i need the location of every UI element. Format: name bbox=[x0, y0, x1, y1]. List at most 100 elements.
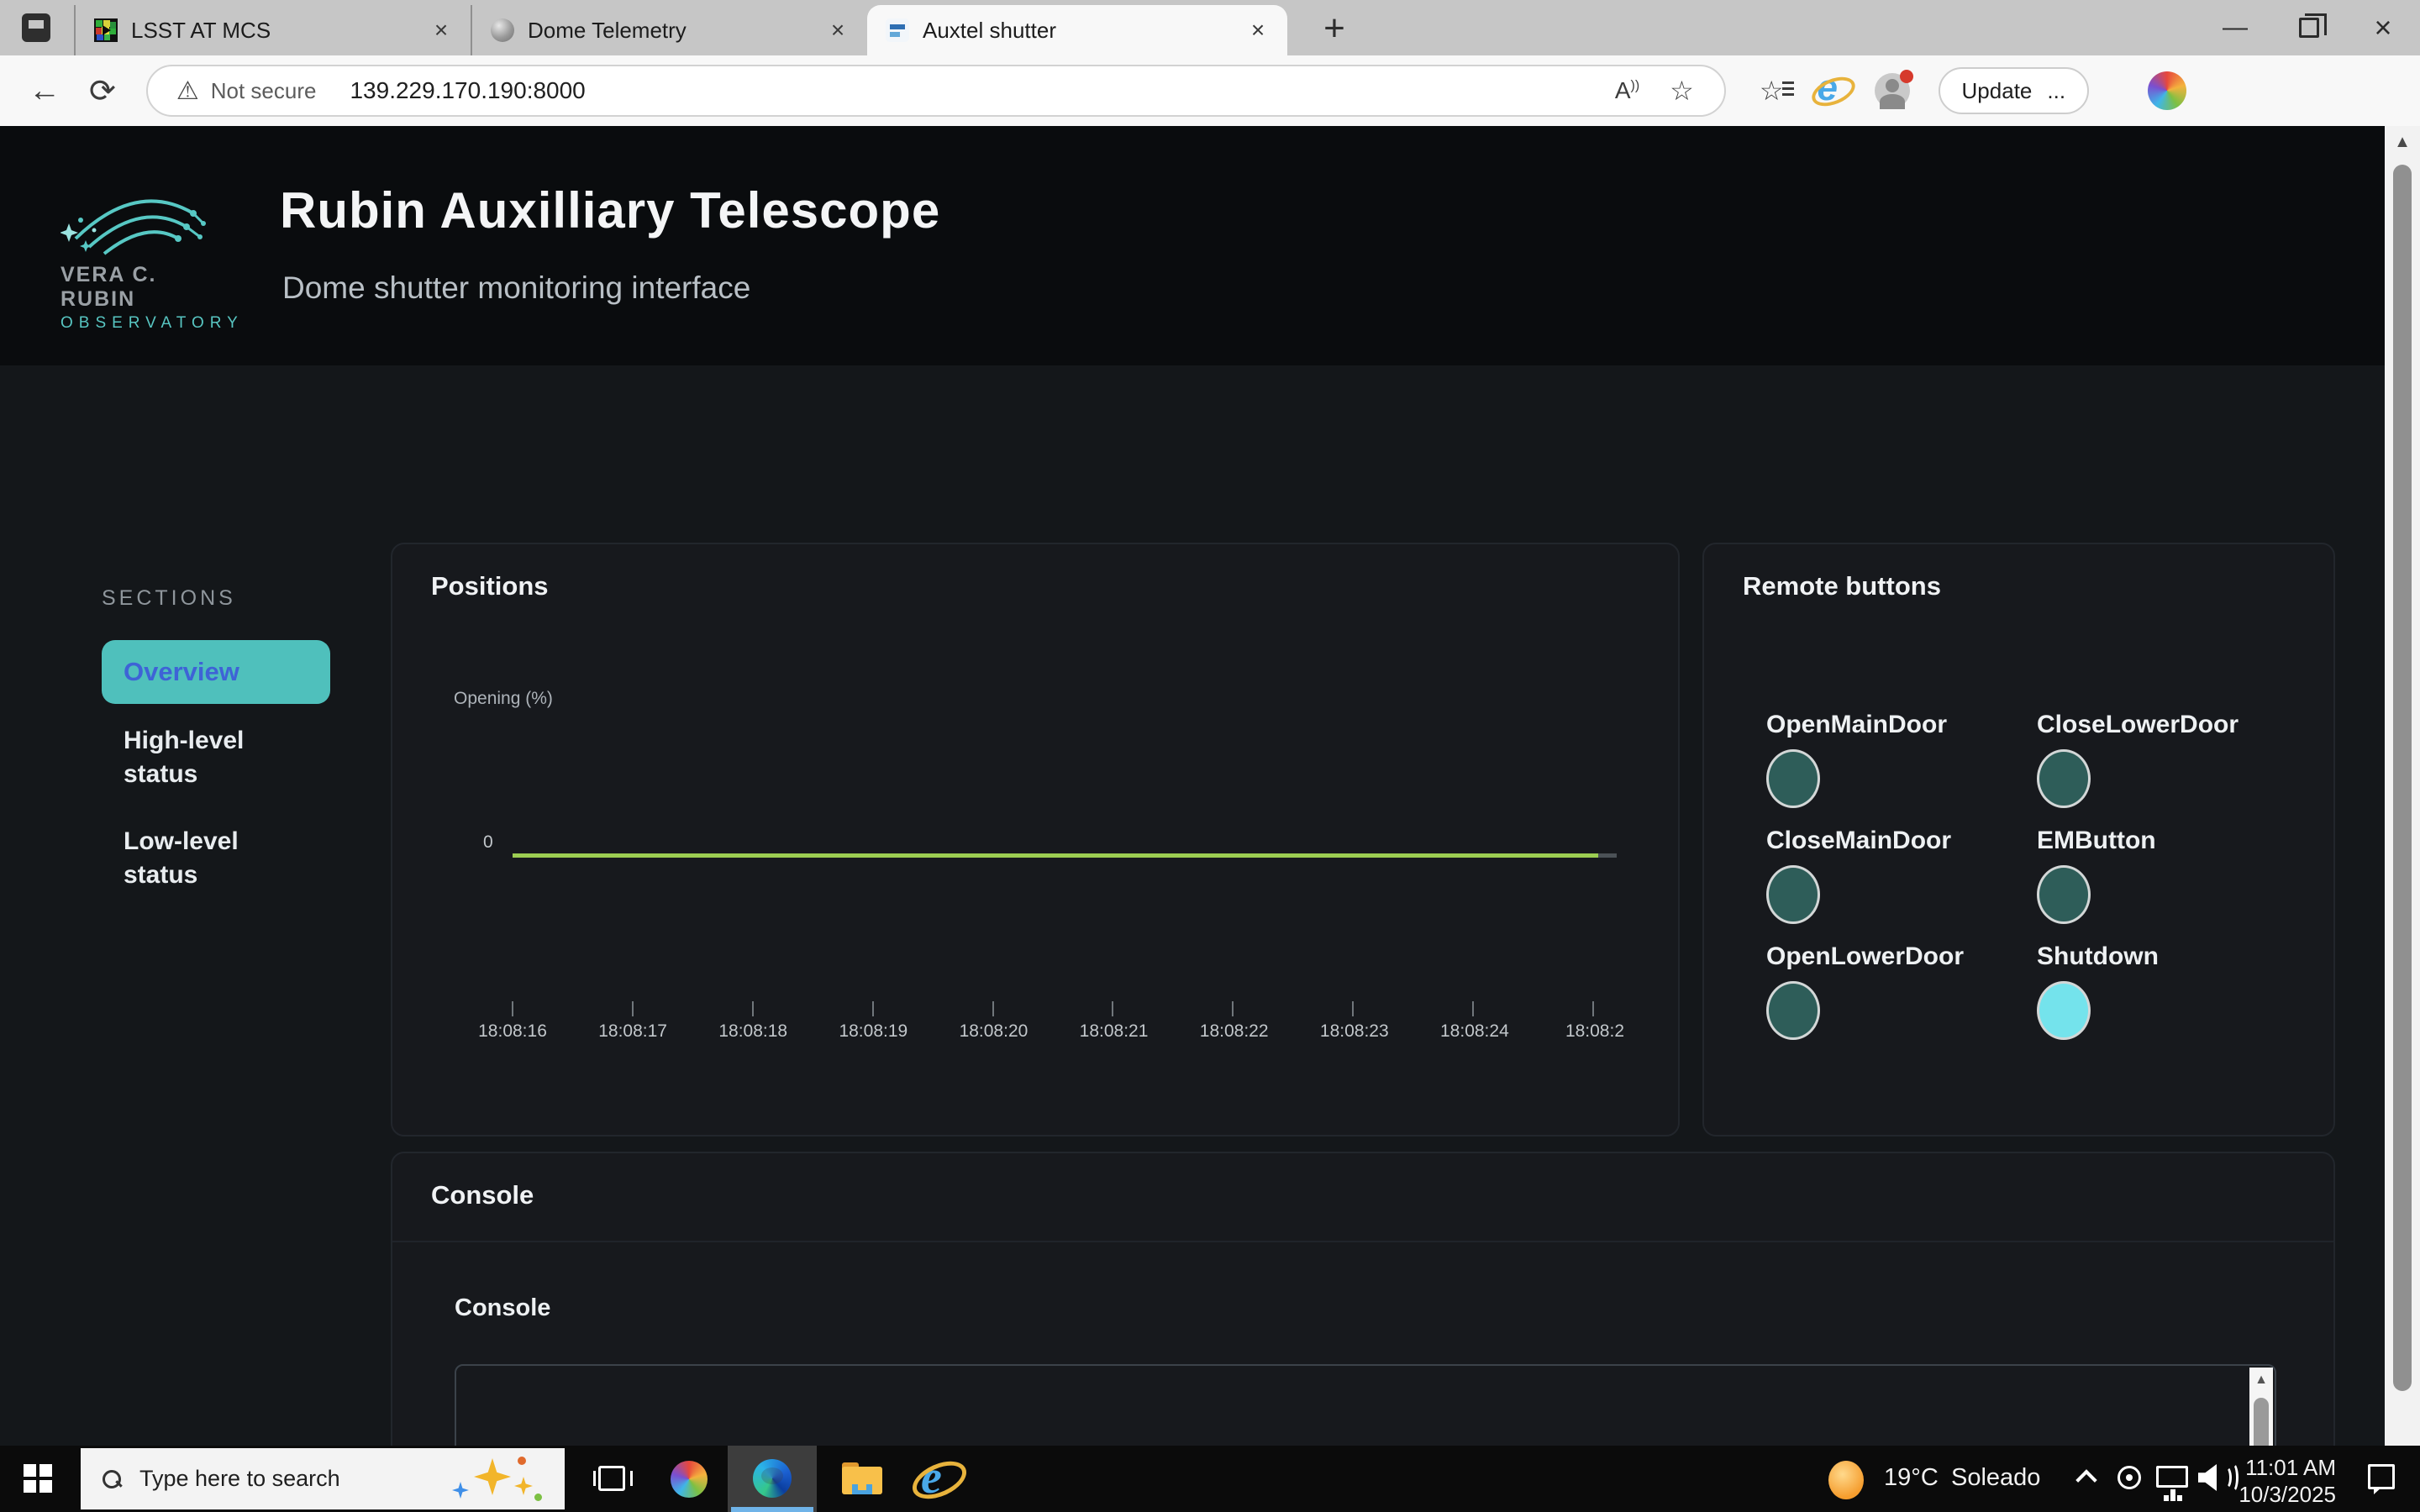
back-button[interactable]: ← bbox=[29, 73, 60, 109]
favorites-bar-icon[interactable]: ☆ bbox=[1760, 75, 1784, 107]
open-lower-door-button[interactable] bbox=[1766, 981, 1820, 1040]
x-tick-label: 18:08:2 bbox=[1544, 1021, 1645, 1042]
console-inner-title: Console bbox=[455, 1294, 550, 1322]
x-tick-label: 18:08:18 bbox=[702, 1021, 803, 1042]
chart-x-axis-ticks bbox=[512, 1001, 1594, 1016]
tab-dome-telemetry[interactable]: Dome Telemetry × bbox=[471, 5, 867, 55]
sidebar-item-low-level-status[interactable]: Low-level status bbox=[124, 825, 317, 892]
logo-text-line1: VERA C. RUBIN bbox=[60, 263, 220, 312]
taskbar-copilot-icon[interactable] bbox=[671, 1461, 708, 1498]
chart-y-axis-label: Opening (%) bbox=[454, 689, 553, 709]
page-scrollbar-thumb[interactable] bbox=[2393, 165, 2412, 1391]
page-subtitle: Dome shutter monitoring interface bbox=[282, 270, 750, 306]
remote-button-label: CloseLowerDoor bbox=[2037, 711, 2289, 739]
clock-date: 10/3/2025 bbox=[2238, 1481, 2336, 1508]
em-button[interactable] bbox=[2037, 865, 2091, 924]
x-tick-label: 18:08:20 bbox=[943, 1021, 1044, 1042]
chart-y-tick: 0 bbox=[483, 832, 493, 853]
auxtel-favicon-icon bbox=[886, 18, 909, 42]
minimize-button[interactable]: — bbox=[2198, 0, 2272, 55]
rubin-observatory-logo: VERA C. RUBIN OBSERVATORY bbox=[60, 176, 220, 333]
url-text[interactable]: 139.229.170.190:8000 bbox=[350, 77, 1614, 104]
start-button-icon[interactable] bbox=[24, 1464, 52, 1493]
not-secure-warning-icon[interactable]: ⚠ bbox=[176, 76, 199, 106]
tab-close-icon[interactable]: × bbox=[823, 16, 852, 45]
sidebar-item-overview[interactable]: Overview bbox=[102, 640, 330, 704]
copilot-icon[interactable] bbox=[2148, 71, 2186, 110]
console-scrollbar[interactable]: ▲ bbox=[2249, 1368, 2273, 1446]
logo-arcs-icon bbox=[60, 176, 217, 257]
address-bar[interactable]: ⚠ Not secure 139.229.170.190:8000 A)) ☆ bbox=[146, 65, 1726, 117]
more-menu-icon[interactable]: ... bbox=[2047, 78, 2065, 104]
divider bbox=[392, 1241, 2333, 1242]
browser-toolbar: ← ⟳ ⚠ Not secure 139.229.170.190:8000 A)… bbox=[0, 55, 2420, 126]
weather-temperature[interactable]: 19°C bbox=[1884, 1464, 1939, 1492]
weather-description[interactable]: Soleado bbox=[1951, 1464, 2040, 1492]
x-tick-label: 18:08:23 bbox=[1304, 1021, 1405, 1042]
tab-close-icon[interactable]: × bbox=[427, 16, 455, 45]
tab-close-icon[interactable]: × bbox=[1244, 16, 1272, 45]
close-main-door-button[interactable] bbox=[1766, 865, 1820, 924]
read-aloud-icon[interactable]: A)) bbox=[1615, 77, 1639, 104]
remote-button-label: CloseMainDoor bbox=[1766, 827, 2018, 855]
x-tick-label: 18:08:21 bbox=[1064, 1021, 1165, 1042]
shutdown-button[interactable] bbox=[2037, 981, 2091, 1040]
refresh-button[interactable]: ⟳ bbox=[89, 72, 116, 110]
taskbar-clock[interactable]: 11:01 AM 10/3/2025 bbox=[2238, 1454, 2336, 1508]
tab-title: Auxtel shutter bbox=[923, 18, 1244, 44]
remote-buttons-title: Remote buttons bbox=[1743, 571, 1941, 601]
tab-actions-menu-icon[interactable] bbox=[22, 13, 50, 42]
console-log-text: >> 2025-10-03T13:32:15 FAULTS [{"status"… bbox=[481, 1378, 2216, 1446]
page-title: Rubin Auxilliary Telescope bbox=[280, 181, 940, 239]
console-card: Console Console >> 2025-10-03T13:32:15 F… bbox=[391, 1152, 2335, 1446]
scroll-up-icon[interactable]: ▲ bbox=[2249, 1373, 2273, 1388]
remote-button-label: OpenMainDoor bbox=[1766, 711, 2018, 739]
weather-sun-icon[interactable] bbox=[1828, 1461, 1864, 1499]
tray-volume-icon[interactable] bbox=[2198, 1464, 2217, 1491]
restore-button[interactable] bbox=[2272, 0, 2346, 55]
close-window-button[interactable]: × bbox=[2346, 0, 2420, 55]
tab-auxtel-shutter[interactable]: Auxtel shutter × bbox=[867, 5, 1287, 55]
console-output[interactable]: >> 2025-10-03T13:32:15 FAULTS [{"status"… bbox=[455, 1364, 2276, 1446]
sidebar-heading: SECTIONS bbox=[102, 586, 236, 611]
search-icon bbox=[103, 1470, 121, 1488]
new-tab-button[interactable]: + bbox=[1311, 7, 1358, 50]
console-title: Console bbox=[431, 1180, 534, 1210]
page-scrollbar[interactable]: ▲ bbox=[2385, 126, 2420, 1446]
ie-mode-icon[interactable]: e bbox=[1812, 74, 1846, 108]
sidebar-item-high-level-status[interactable]: High-level status bbox=[124, 724, 317, 791]
x-tick-label: 18:08:19 bbox=[823, 1021, 923, 1042]
remote-button-label: OpenLowerDoor bbox=[1766, 942, 2018, 971]
file-explorer-icon[interactable] bbox=[842, 1462, 882, 1494]
tray-network-icon[interactable] bbox=[2156, 1466, 2188, 1488]
tray-record-icon[interactable] bbox=[2118, 1466, 2141, 1489]
dome-telemetry-favicon-icon bbox=[491, 18, 514, 42]
chart-x-axis-labels: 18:08:16 18:08:17 18:08:18 18:08:19 18:0… bbox=[462, 1021, 1645, 1042]
x-tick-label: 18:08:22 bbox=[1184, 1021, 1285, 1042]
search-highlights-icon[interactable] bbox=[440, 1457, 541, 1502]
favorite-star-icon[interactable]: ☆ bbox=[1670, 75, 1694, 107]
lsst-favicon-icon bbox=[94, 18, 118, 42]
task-view-icon[interactable] bbox=[598, 1466, 625, 1491]
window-controls: — × bbox=[2198, 0, 2420, 55]
action-center-icon[interactable] bbox=[2368, 1464, 2395, 1489]
scroll-up-icon[interactable]: ▲ bbox=[2385, 133, 2420, 152]
remote-button-label: Shutdown bbox=[2037, 942, 2289, 971]
profile-avatar[interactable] bbox=[1875, 73, 1910, 108]
remote-button-label: EMButton bbox=[2037, 827, 2289, 855]
update-button[interactable]: Update ... bbox=[1939, 67, 2090, 114]
internet-explorer-icon[interactable]: e bbox=[913, 1456, 956, 1499]
x-tick-label: 18:08:24 bbox=[1424, 1021, 1525, 1042]
taskbar-search-input[interactable]: Type here to search bbox=[81, 1448, 565, 1509]
close-lower-door-button[interactable] bbox=[2037, 749, 2091, 808]
positions-card: Positions Opening (%) 0 18:08:16 18:08:1… bbox=[391, 543, 1680, 1137]
edge-icon bbox=[753, 1459, 792, 1498]
taskbar-edge-app[interactable] bbox=[728, 1446, 817, 1512]
x-tick-label: 18:08:16 bbox=[462, 1021, 563, 1042]
restore-icon bbox=[2299, 18, 2319, 38]
volume-wave-icon bbox=[2227, 1462, 2238, 1493]
tab-lsst-at-mcs[interactable]: LSST AT MCS × bbox=[74, 5, 471, 55]
tray-expand-chevron-icon[interactable] bbox=[2075, 1469, 2096, 1490]
open-main-door-button[interactable] bbox=[1766, 749, 1820, 808]
console-scrollbar-thumb[interactable] bbox=[2254, 1398, 2269, 1446]
